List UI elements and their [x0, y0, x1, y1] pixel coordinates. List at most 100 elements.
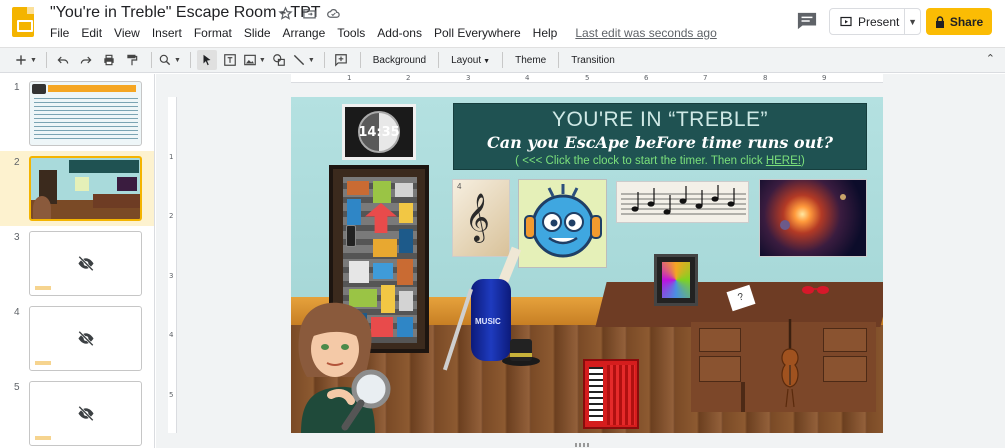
- move-to-folder-icon[interactable]: [302, 6, 317, 21]
- background-button[interactable]: Background: [367, 55, 432, 66]
- menu-poll-everywhere[interactable]: Poll Everywhere: [434, 26, 521, 40]
- accordion-bellows: [607, 365, 635, 425]
- here-link[interactable]: HERE!: [766, 155, 801, 167]
- desk-drawer[interactable]: [699, 328, 741, 352]
- zoom-caret-icon[interactable]: ▼: [174, 57, 181, 64]
- present-main[interactable]: Present: [830, 9, 906, 34]
- slide-filmstrip[interactable]: 1 2 3 4 5: [0, 74, 155, 448]
- slide-subtitle: Can you EscApe beFore time runs out?: [487, 133, 833, 152]
- top-hat-icon[interactable]: [501, 335, 541, 367]
- door-arrow-up-icon: [365, 203, 397, 233]
- toolbar-divider: [323, 52, 325, 68]
- ruler-tick: 1: [169, 153, 174, 161]
- collapse-toolbar-chevron-up-icon[interactable]: ⌃: [986, 52, 995, 65]
- menu-arrange[interactable]: Arrange: [283, 26, 326, 40]
- print-button[interactable]: [99, 50, 119, 70]
- shape-button[interactable]: [269, 50, 289, 70]
- accordion[interactable]: [583, 359, 639, 429]
- slide-thumbnail-1[interactable]: [29, 81, 142, 146]
- thumb-desk: [93, 194, 140, 208]
- star-icon[interactable]: [278, 6, 293, 21]
- select-tool-button[interactable]: [196, 50, 217, 70]
- cursor-icon: [203, 54, 211, 66]
- menu-help[interactable]: Help: [533, 26, 558, 40]
- hidden-slide-eye-off-icon: [78, 406, 94, 421]
- slide-number: 3: [14, 232, 20, 243]
- menu-edit[interactable]: Edit: [81, 26, 102, 40]
- paint-format-button[interactable]: [122, 50, 142, 70]
- menu-add-ons[interactable]: Add-ons: [377, 26, 422, 40]
- menu-insert[interactable]: Insert: [152, 26, 182, 40]
- filmstrip-slide-1[interactable]: 1: [0, 76, 154, 151]
- violin-icon[interactable]: [778, 319, 802, 409]
- layout-button[interactable]: Layout ▼: [445, 55, 496, 66]
- menu-file[interactable]: File: [50, 26, 69, 40]
- sheet-music-picture[interactable]: [616, 181, 749, 223]
- theme-button[interactable]: Theme: [509, 55, 552, 66]
- ruler-tick: 3: [466, 74, 471, 82]
- menu-tools[interactable]: Tools: [337, 26, 365, 40]
- filmstrip-slide-2[interactable]: 2: [0, 151, 154, 226]
- thumb-robot: [75, 177, 89, 191]
- filmstrip-slide-3[interactable]: 3: [0, 226, 154, 301]
- slides-logo-icon[interactable]: [12, 7, 34, 37]
- filmstrip-slide-5[interactable]: 5: [0, 376, 154, 448]
- menu-view[interactable]: View: [114, 26, 140, 40]
- add-comment-icon: [334, 54, 347, 67]
- thumb-tag: [35, 436, 51, 440]
- teacher-avatar-with-magnifier[interactable]: [291, 297, 401, 433]
- slide-thumbnail-5[interactable]: [29, 381, 142, 446]
- add-comment-button[interactable]: [331, 50, 351, 70]
- print-icon: [104, 54, 114, 66]
- robot-headphones-picture[interactable]: [518, 179, 607, 268]
- door-pane: [347, 199, 361, 225]
- outer-space-picture[interactable]: [759, 179, 867, 257]
- vertical-ruler[interactable]: 1 2 3 4 5: [168, 97, 177, 433]
- last-edit-link[interactable]: Last edit was seconds ago: [575, 26, 716, 40]
- desk-drawer[interactable]: [699, 356, 741, 382]
- undo-button[interactable]: [53, 50, 73, 70]
- transition-button[interactable]: Transition: [565, 55, 621, 66]
- slide-thumbnail-3[interactable]: [29, 231, 142, 296]
- door-pane: [349, 261, 369, 283]
- door-pane: [399, 203, 413, 223]
- door-keypad[interactable]: [346, 225, 356, 247]
- share-button[interactable]: Share: [926, 8, 992, 35]
- timer-clock[interactable]: 14:35: [342, 104, 416, 160]
- horizontal-ruler[interactable]: 1 2 3 4 5 6 7 8 9: [291, 74, 883, 83]
- text-box-icon: [224, 54, 236, 66]
- slide-thumbnail-4[interactable]: [29, 306, 142, 371]
- desk-drawer[interactable]: [823, 328, 867, 352]
- line-button[interactable]: ▼: [292, 50, 315, 70]
- music-notes-picture[interactable]: 4 𝄞: [452, 179, 510, 257]
- redo-button[interactable]: [76, 50, 96, 70]
- slide-thumbnail-2[interactable]: [29, 156, 142, 221]
- sunglasses-icon[interactable]: [801, 285, 831, 295]
- cloud-status-icon[interactable]: [326, 6, 341, 21]
- text-box-button[interactable]: [220, 50, 240, 70]
- new-slide-caret-icon[interactable]: ▼: [30, 57, 37, 64]
- new-slide-button[interactable]: ▼: [14, 50, 37, 70]
- present-options-caret-icon[interactable]: ▼: [905, 17, 920, 27]
- slide-2-canvas[interactable]: 14:35 YOU'RE IN “TREBLE” Can you EscApe …: [291, 97, 883, 433]
- door-pane: [347, 181, 369, 195]
- zoom-button[interactable]: ▼: [158, 50, 181, 70]
- thumb-title-panel: [69, 160, 139, 173]
- picture-frame[interactable]: [654, 254, 698, 306]
- title-panel[interactable]: YOU'RE IN “TREBLE” Can you EscApe beFore…: [453, 103, 867, 170]
- slide-number: 1: [14, 82, 20, 93]
- line-caret-icon[interactable]: ▼: [308, 57, 315, 64]
- present-button[interactable]: Present ▼: [829, 8, 921, 35]
- menu-slide[interactable]: Slide: [244, 26, 271, 40]
- menu-format[interactable]: Format: [194, 26, 232, 40]
- menu-bar: File Edit View Insert Format Slide Arran…: [50, 26, 717, 40]
- present-label: Present: [858, 14, 900, 29]
- speaker-notes-resize-handle[interactable]: [575, 443, 589, 447]
- slide-number: 2: [14, 157, 20, 168]
- comments-icon[interactable]: [796, 11, 818, 31]
- insert-image-button[interactable]: ▼: [243, 50, 266, 70]
- filmstrip-slide-4[interactable]: 4: [0, 301, 154, 376]
- toolbar-divider: [189, 52, 191, 68]
- insert-image-caret-icon[interactable]: ▼: [259, 57, 266, 64]
- desk-drawer[interactable]: [823, 356, 867, 382]
